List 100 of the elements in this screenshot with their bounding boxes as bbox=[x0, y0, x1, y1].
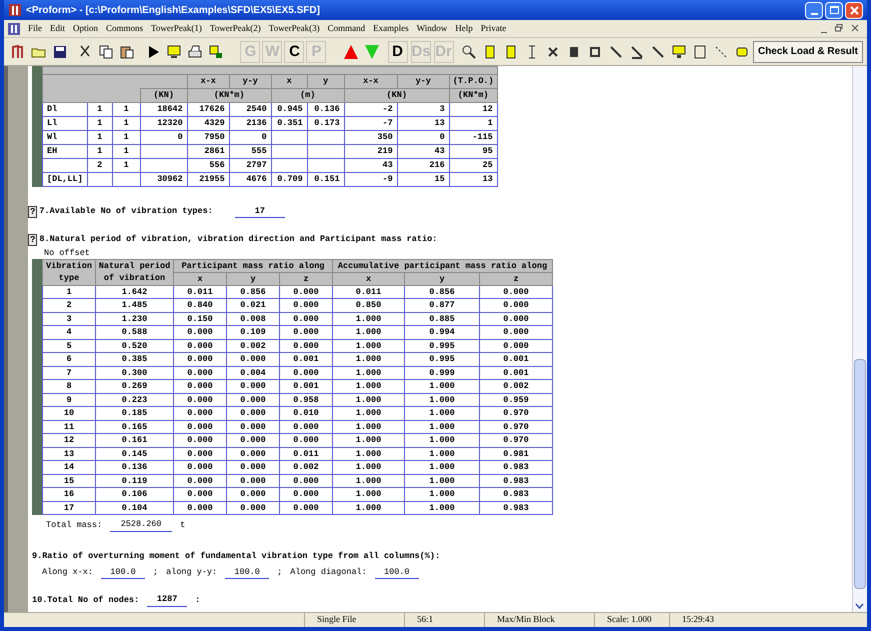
table-cell: 219 bbox=[344, 144, 398, 158]
table-cell: 0.000 bbox=[174, 501, 226, 514]
menu-item[interactable]: TowerPeak(2) bbox=[210, 22, 261, 36]
table-cell: 0.970 bbox=[480, 434, 552, 447]
total-value-field: 2528.260 bbox=[110, 518, 172, 532]
table-cell: 15 bbox=[397, 172, 450, 186]
table-cell: 18642 bbox=[140, 102, 188, 116]
table-cell: 0.002 bbox=[280, 460, 332, 474]
check-load-result-button[interactable]: Check Load & Result bbox=[752, 40, 863, 62]
table-cell: 1.000 bbox=[332, 393, 404, 406]
table-cell: EH bbox=[42, 144, 88, 158]
menu-item[interactable]: TowerPeak(1) bbox=[151, 22, 202, 36]
menu-item[interactable]: Private bbox=[480, 22, 506, 36]
menu-item[interactable]: Edit bbox=[50, 22, 66, 36]
unit-header: (m) bbox=[271, 88, 344, 102]
table-cell: 0.983 bbox=[480, 460, 552, 474]
window-title: <Proform> - [c:\Proform\English\Examples\SFD\EX5\EX5.SFD] bbox=[26, 4, 320, 18]
table-cell: 7 bbox=[42, 366, 96, 380]
table-cell: 1.000 bbox=[332, 352, 404, 366]
toolbar-letter-button[interactable]: D bbox=[388, 40, 408, 62]
table-cell: 0.001 bbox=[280, 352, 332, 366]
table-cell: 0.000 bbox=[226, 393, 280, 406]
table-cell: 0.000 bbox=[174, 393, 226, 406]
table-cell: 1.000 bbox=[332, 366, 404, 380]
status-text: Max/Min Block bbox=[484, 613, 594, 627]
table-cell: 0.000 bbox=[480, 298, 552, 312]
table-cell: 0.106 bbox=[96, 488, 174, 501]
table-cell: 17 bbox=[42, 501, 96, 514]
table-cell: 0.161 bbox=[96, 434, 174, 447]
menu-item[interactable]: Help bbox=[455, 22, 473, 36]
unit-header: (KN) bbox=[344, 88, 450, 102]
section-title: 10.Total No of nodes: bbox=[32, 594, 140, 606]
column-header: Vibration type bbox=[42, 259, 96, 285]
column-header: z bbox=[280, 272, 332, 285]
table-cell: 4 bbox=[42, 326, 96, 339]
help-button[interactable]: ? bbox=[28, 234, 38, 246]
table-cell: 43 bbox=[344, 158, 398, 172]
table-cell: 25 bbox=[449, 158, 498, 172]
minimize-button[interactable] bbox=[805, 2, 823, 18]
menu-item[interactable]: Commons bbox=[106, 22, 144, 36]
menu-item[interactable]: Option bbox=[73, 22, 98, 36]
table-cell: 0.000 bbox=[480, 285, 552, 298]
toolbar-letter-button[interactable]: C bbox=[284, 40, 304, 62]
table-cell: 4329 bbox=[187, 116, 230, 130]
column-header: x-x bbox=[344, 74, 398, 88]
column-header: z bbox=[480, 272, 552, 285]
table-cell: 0.000 bbox=[226, 488, 280, 501]
vertical-scrollbar[interactable] bbox=[852, 66, 867, 612]
table-cell: 1.485 bbox=[96, 298, 174, 312]
separator-text: : bbox=[195, 594, 200, 606]
close-button[interactable] bbox=[845, 2, 863, 18]
table-cell: 5 bbox=[42, 339, 96, 352]
table-cell: 0.000 bbox=[226, 447, 280, 460]
table-cell: 2 bbox=[42, 298, 96, 312]
table-cell: 0.145 bbox=[96, 447, 174, 460]
table-cell: 1.000 bbox=[404, 406, 480, 420]
column-header: Participant mass ratio along bbox=[174, 259, 332, 272]
menu-item[interactable]: Window bbox=[416, 22, 448, 36]
scrollbar-thumb[interactable] bbox=[854, 358, 866, 590]
table-cell: 0.850 bbox=[332, 298, 404, 312]
table-cell: 350 bbox=[344, 130, 398, 144]
table-cell: 0.877 bbox=[404, 298, 480, 312]
status-text: 15:29:43 bbox=[669, 613, 739, 627]
section-title: 9.Ratio of overturning moment of fundamental vibration type from all columns(%): bbox=[32, 550, 440, 562]
table-cell: 2797 bbox=[229, 158, 272, 172]
table-cell: -9 bbox=[344, 172, 398, 186]
menu-item[interactable]: Command bbox=[328, 22, 366, 36]
table-cell: Wl bbox=[42, 130, 88, 144]
close-icon bbox=[850, 6, 858, 14]
table-cell: 0.119 bbox=[96, 474, 174, 488]
close-icon[interactable] bbox=[851, 24, 859, 32]
table-cell: 12320 bbox=[140, 116, 188, 130]
maximize-button[interactable] bbox=[825, 2, 843, 18]
table-cell: 0.173 bbox=[307, 116, 344, 130]
table-cell: 1.000 bbox=[404, 501, 480, 514]
table-cell: 0.983 bbox=[480, 501, 552, 514]
table-cell: 1 bbox=[112, 116, 140, 130]
table-cell: 1.000 bbox=[404, 488, 480, 501]
table-cell: 0.856 bbox=[404, 285, 480, 298]
table-cell: 0.000 bbox=[174, 488, 226, 501]
table-cell: 1.000 bbox=[332, 488, 404, 501]
table-cell: 0.000 bbox=[280, 488, 332, 501]
help-button[interactable]: ? bbox=[28, 206, 38, 218]
table-cell: 0.520 bbox=[96, 339, 174, 352]
table-cell: 0.000 bbox=[174, 352, 226, 366]
table-cell: 0.000 bbox=[280, 366, 332, 380]
menu-item[interactable]: Examples bbox=[373, 22, 409, 36]
table-cell: 556 bbox=[187, 158, 230, 172]
table-cell: 12 bbox=[42, 434, 96, 447]
table-cell: 1 bbox=[42, 285, 96, 298]
menu-item[interactable]: File bbox=[28, 22, 42, 36]
table-cell: 2 bbox=[87, 158, 112, 172]
table-cell: 0.021 bbox=[226, 298, 280, 312]
restore-icon[interactable] bbox=[835, 24, 843, 32]
table-cell: 0.000 bbox=[226, 380, 280, 393]
menu-item[interactable]: TowerPeak(3) bbox=[268, 22, 320, 36]
column-header: Accumulative participant mass ratio along bbox=[332, 259, 552, 272]
table-cell: 8 bbox=[42, 380, 96, 393]
table-cell: 1 bbox=[112, 158, 140, 172]
table-cell: 0.588 bbox=[96, 326, 174, 339]
